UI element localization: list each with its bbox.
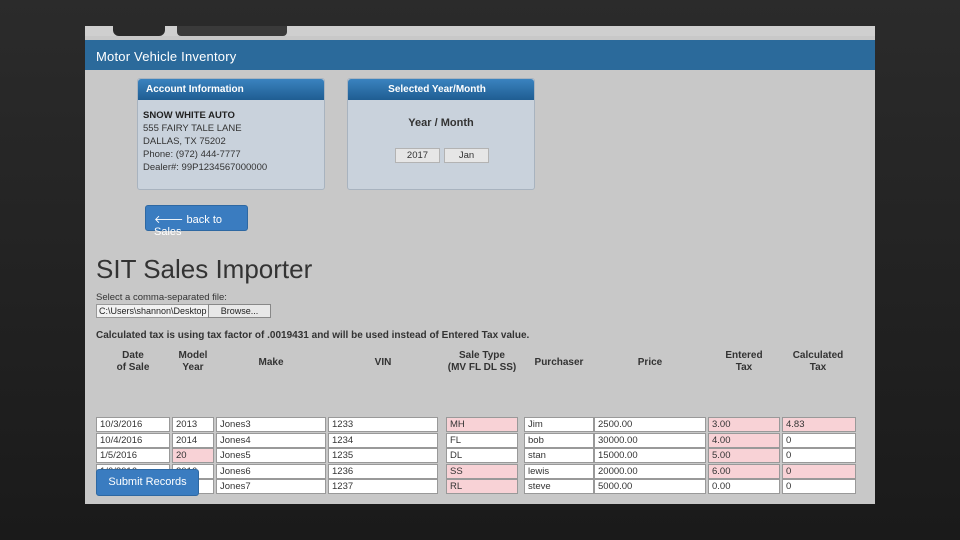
header-make: Make bbox=[258, 357, 284, 368]
cell-year[interactable]: 2014 bbox=[172, 432, 214, 448]
logo-mark bbox=[113, 26, 165, 36]
cell-etax[interactable]: 6.00 bbox=[708, 463, 780, 479]
file-label: Select a comma-separated file: bbox=[96, 292, 227, 303]
cell-year[interactable]: 2013 bbox=[172, 417, 214, 432]
month-field[interactable]: Jan bbox=[444, 148, 489, 163]
cell-etax[interactable]: 5.00 bbox=[708, 448, 780, 463]
table-row: xx2017Jones71237RLsteve5000.000.000 bbox=[96, 479, 856, 494]
sales-table: Date of Sale Model Year Make VIN Sale Ty… bbox=[96, 350, 856, 494]
submit-records-button[interactable]: Submit Records bbox=[96, 469, 199, 496]
browser-top-strip bbox=[85, 26, 875, 36]
cell-price[interactable]: 5000.00 bbox=[594, 479, 706, 494]
table-row: 10/4/2016 2014 Jones4 1234 FL bob 30000.00 4.00… bbox=[96, 432, 856, 448]
year-month-header: Selected Year/Month bbox=[348, 79, 534, 100]
cell-price[interactable]: 20000.00 bbox=[594, 463, 706, 479]
cell-purchaser[interactable]: Jim bbox=[524, 417, 594, 432]
cell-purchaser[interactable]: steve bbox=[524, 479, 594, 494]
year-field[interactable]: 2017 bbox=[395, 148, 440, 163]
header-entered-tax: Entered Tax bbox=[725, 350, 763, 373]
table-row: 1/5/2016 20 Jones5 1235 DL stan 15000.00 5.00 0 bbox=[96, 448, 856, 463]
calc-tax-note: Calculated tax is using tax factor of .0… bbox=[96, 330, 530, 341]
dealer-name: SNOW WHITE AUTO bbox=[143, 110, 235, 121]
cell-etax[interactable]: 0.00 bbox=[708, 479, 780, 494]
header-price: Price bbox=[637, 357, 663, 368]
cell-type[interactable]: RL bbox=[446, 479, 518, 494]
cell-year[interactable]: 20 bbox=[172, 448, 214, 463]
table-row: 10/3/2016 2013 Jones3 1233 MH Jim 2500.00 3.00 4… bbox=[96, 417, 856, 432]
app-frame: Motor Vehicle Inventory Account Informat… bbox=[85, 36, 875, 504]
header-sale-type: Sale Type (MV FL DL SS) bbox=[447, 350, 517, 373]
header-model-year: Model Year bbox=[178, 350, 208, 373]
cell-date[interactable]: 10/3/2016 bbox=[96, 417, 170, 432]
browse-button[interactable]: Browse... bbox=[208, 304, 271, 318]
logo-wordmark bbox=[177, 26, 287, 36]
cell-make[interactable]: Jones5 bbox=[216, 448, 326, 463]
cell-purchaser[interactable]: lewis bbox=[524, 463, 594, 479]
dealer-number: Dealer#: 99P1234567000000 bbox=[143, 162, 268, 173]
cell-ctax[interactable]: 0 bbox=[782, 479, 856, 494]
account-info-header: Account Information bbox=[138, 79, 324, 100]
header-date: Date of Sale bbox=[116, 350, 150, 373]
navbar: Motor Vehicle Inventory bbox=[85, 40, 875, 70]
cell-date[interactable]: 10/4/2016 bbox=[96, 432, 170, 448]
cell-vin[interactable]: 1237 bbox=[328, 479, 438, 494]
back-to-sales-button[interactable]: 🡐 back to Sales bbox=[145, 205, 248, 238]
navbar-title: Motor Vehicle Inventory bbox=[96, 49, 237, 64]
cell-ctax[interactable]: 4.83 bbox=[782, 417, 856, 432]
cell-vin[interactable]: 1235 bbox=[328, 448, 438, 463]
address-line-2: DALLAS, TX 75202 bbox=[143, 136, 226, 147]
cell-purchaser[interactable]: stan bbox=[524, 448, 594, 463]
cell-make[interactable]: Jones3 bbox=[216, 417, 326, 432]
phone: Phone: (972) 444-7777 bbox=[143, 149, 241, 160]
cell-etax[interactable]: 3.00 bbox=[708, 417, 780, 432]
cell-type[interactable]: MH bbox=[446, 417, 518, 432]
cell-type[interactable]: FL bbox=[446, 432, 518, 448]
year-month-panel: Selected Year/Month Year / Month 2017 Ja… bbox=[347, 78, 535, 190]
cell-type[interactable]: DL bbox=[446, 448, 518, 463]
cell-price[interactable]: 30000.00 bbox=[594, 432, 706, 448]
cell-etax[interactable]: 4.00 bbox=[708, 432, 780, 448]
table-header: Date of Sale Model Year Make VIN Sale Ty… bbox=[96, 350, 856, 377]
account-info-panel: Account Information SNOW WHITE AUTO 555 … bbox=[137, 78, 325, 190]
cell-ctax[interactable]: 0 bbox=[782, 448, 856, 463]
cell-make[interactable]: Jones6 bbox=[216, 463, 326, 479]
page-title: SIT Sales Importer bbox=[96, 254, 313, 284]
cell-make[interactable]: Jones4 bbox=[216, 432, 326, 448]
cell-ctax[interactable]: 0 bbox=[782, 432, 856, 448]
cell-vin[interactable]: 1236 bbox=[328, 463, 438, 479]
header-vin: VIN bbox=[374, 357, 392, 368]
cell-price[interactable]: 2500.00 bbox=[594, 417, 706, 432]
cell-make[interactable]: Jones7 bbox=[216, 479, 326, 494]
address-line-1: 555 FAIRY TALE LANE bbox=[143, 123, 242, 134]
account-info-body: SNOW WHITE AUTO 555 FAIRY TALE LANE DALL… bbox=[138, 100, 324, 174]
cell-type[interactable]: SS bbox=[446, 463, 518, 479]
cell-ctax[interactable]: 0 bbox=[782, 463, 856, 479]
table-row: 1/6/20162016Jones61236SSlewis20000.006.0… bbox=[96, 463, 856, 479]
cell-vin[interactable]: 1233 bbox=[328, 417, 438, 432]
cell-date[interactable]: 1/5/2016 bbox=[96, 448, 170, 463]
cell-price[interactable]: 15000.00 bbox=[594, 448, 706, 463]
cell-vin[interactable]: 1234 bbox=[328, 432, 438, 448]
back-to-sales-label: 🡐 back to Sales bbox=[154, 214, 223, 238]
header-purchaser: Purchaser bbox=[534, 357, 584, 368]
header-calculated-tax: Calculated Tax bbox=[792, 350, 844, 373]
cell-purchaser[interactable]: bob bbox=[524, 432, 594, 448]
year-month-title: Year / Month bbox=[408, 117, 474, 129]
